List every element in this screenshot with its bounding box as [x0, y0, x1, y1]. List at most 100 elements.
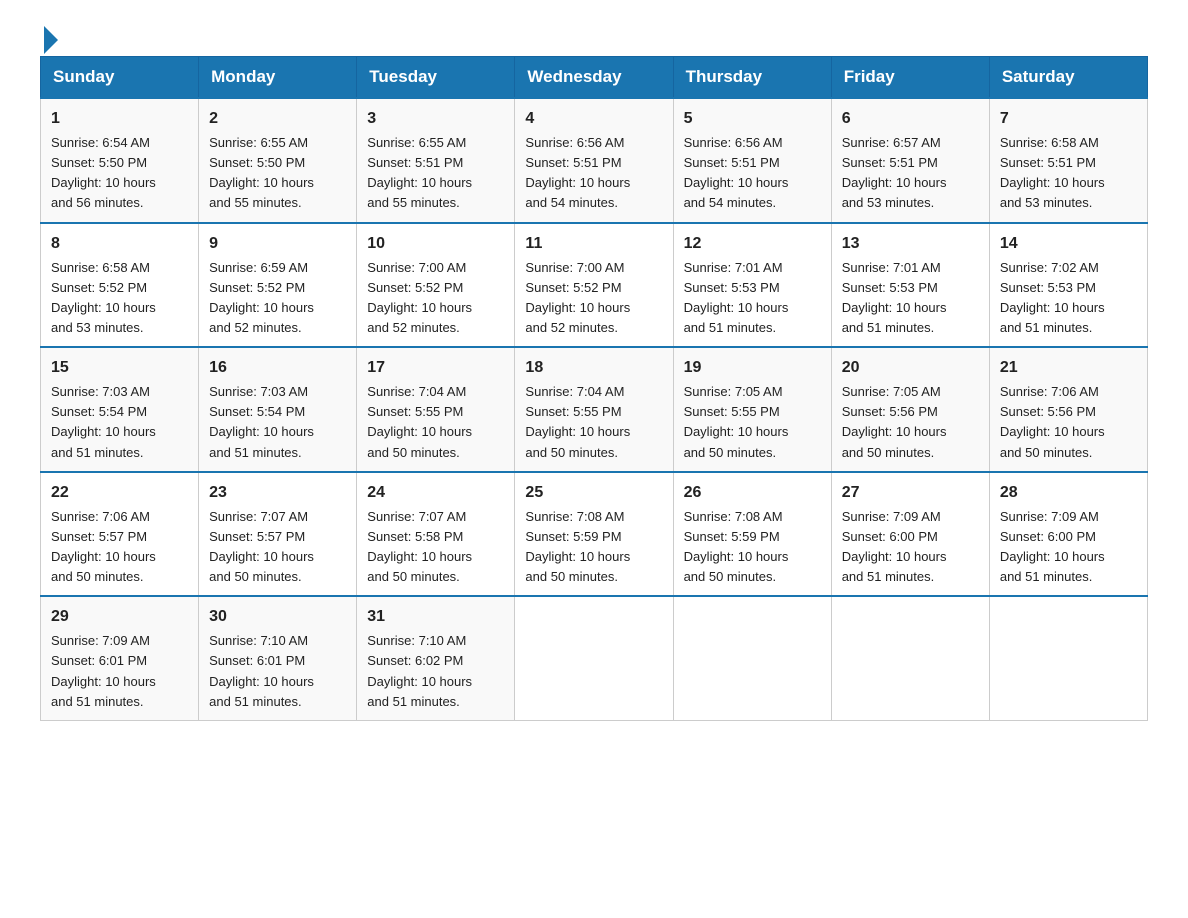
day-number: 30	[209, 605, 346, 629]
calendar-cell: 4 Sunrise: 6:56 AMSunset: 5:51 PMDayligh…	[515, 98, 673, 223]
logo	[40, 30, 58, 46]
calendar-cell: 14 Sunrise: 7:02 AMSunset: 5:53 PMDaylig…	[989, 223, 1147, 348]
day-info: Sunrise: 7:10 AMSunset: 6:02 PMDaylight:…	[367, 633, 472, 708]
calendar-cell	[673, 596, 831, 720]
calendar-cell: 10 Sunrise: 7:00 AMSunset: 5:52 PMDaylig…	[357, 223, 515, 348]
day-number: 15	[51, 356, 188, 380]
header-row: SundayMondayTuesdayWednesdayThursdayFrid…	[41, 57, 1148, 99]
page-header	[40, 30, 1148, 46]
calendar-cell: 5 Sunrise: 6:56 AMSunset: 5:51 PMDayligh…	[673, 98, 831, 223]
header-monday: Monday	[199, 57, 357, 99]
week-row-2: 8 Sunrise: 6:58 AMSunset: 5:52 PMDayligh…	[41, 223, 1148, 348]
day-info: Sunrise: 7:08 AMSunset: 5:59 PMDaylight:…	[684, 509, 789, 584]
calendar-cell: 3 Sunrise: 6:55 AMSunset: 5:51 PMDayligh…	[357, 98, 515, 223]
calendar-cell: 1 Sunrise: 6:54 AMSunset: 5:50 PMDayligh…	[41, 98, 199, 223]
calendar-cell	[515, 596, 673, 720]
calendar-cell: 11 Sunrise: 7:00 AMSunset: 5:52 PMDaylig…	[515, 223, 673, 348]
calendar-cell: 28 Sunrise: 7:09 AMSunset: 6:00 PMDaylig…	[989, 472, 1147, 597]
day-number: 31	[367, 605, 504, 629]
header-saturday: Saturday	[989, 57, 1147, 99]
day-info: Sunrise: 7:09 AMSunset: 6:00 PMDaylight:…	[842, 509, 947, 584]
day-info: Sunrise: 7:07 AMSunset: 5:58 PMDaylight:…	[367, 509, 472, 584]
day-info: Sunrise: 7:01 AMSunset: 5:53 PMDaylight:…	[842, 260, 947, 335]
day-number: 29	[51, 605, 188, 629]
calendar-cell	[989, 596, 1147, 720]
calendar-cell: 8 Sunrise: 6:58 AMSunset: 5:52 PMDayligh…	[41, 223, 199, 348]
day-number: 6	[842, 107, 979, 131]
day-info: Sunrise: 6:56 AMSunset: 5:51 PMDaylight:…	[684, 135, 789, 210]
day-info: Sunrise: 7:05 AMSunset: 5:56 PMDaylight:…	[842, 384, 947, 459]
day-number: 7	[1000, 107, 1137, 131]
week-row-5: 29 Sunrise: 7:09 AMSunset: 6:01 PMDaylig…	[41, 596, 1148, 720]
day-info: Sunrise: 7:00 AMSunset: 5:52 PMDaylight:…	[525, 260, 630, 335]
day-info: Sunrise: 6:55 AMSunset: 5:51 PMDaylight:…	[367, 135, 472, 210]
calendar-cell: 26 Sunrise: 7:08 AMSunset: 5:59 PMDaylig…	[673, 472, 831, 597]
calendar-cell: 24 Sunrise: 7:07 AMSunset: 5:58 PMDaylig…	[357, 472, 515, 597]
calendar-cell: 29 Sunrise: 7:09 AMSunset: 6:01 PMDaylig…	[41, 596, 199, 720]
day-number: 8	[51, 232, 188, 256]
calendar-cell: 27 Sunrise: 7:09 AMSunset: 6:00 PMDaylig…	[831, 472, 989, 597]
day-info: Sunrise: 7:01 AMSunset: 5:53 PMDaylight:…	[684, 260, 789, 335]
calendar-table: SundayMondayTuesdayWednesdayThursdayFrid…	[40, 56, 1148, 721]
calendar-cell: 23 Sunrise: 7:07 AMSunset: 5:57 PMDaylig…	[199, 472, 357, 597]
day-info: Sunrise: 6:57 AMSunset: 5:51 PMDaylight:…	[842, 135, 947, 210]
header-sunday: Sunday	[41, 57, 199, 99]
calendar-cell: 30 Sunrise: 7:10 AMSunset: 6:01 PMDaylig…	[199, 596, 357, 720]
day-number: 21	[1000, 356, 1137, 380]
day-info: Sunrise: 6:56 AMSunset: 5:51 PMDaylight:…	[525, 135, 630, 210]
day-info: Sunrise: 7:08 AMSunset: 5:59 PMDaylight:…	[525, 509, 630, 584]
day-number: 17	[367, 356, 504, 380]
calendar-cell: 25 Sunrise: 7:08 AMSunset: 5:59 PMDaylig…	[515, 472, 673, 597]
week-row-4: 22 Sunrise: 7:06 AMSunset: 5:57 PMDaylig…	[41, 472, 1148, 597]
day-number: 25	[525, 481, 662, 505]
day-number: 5	[684, 107, 821, 131]
day-number: 9	[209, 232, 346, 256]
day-info: Sunrise: 7:09 AMSunset: 6:01 PMDaylight:…	[51, 633, 156, 708]
week-row-3: 15 Sunrise: 7:03 AMSunset: 5:54 PMDaylig…	[41, 347, 1148, 472]
day-info: Sunrise: 7:06 AMSunset: 5:57 PMDaylight:…	[51, 509, 156, 584]
day-info: Sunrise: 7:02 AMSunset: 5:53 PMDaylight:…	[1000, 260, 1105, 335]
header-friday: Friday	[831, 57, 989, 99]
day-info: Sunrise: 7:03 AMSunset: 5:54 PMDaylight:…	[209, 384, 314, 459]
calendar-cell: 19 Sunrise: 7:05 AMSunset: 5:55 PMDaylig…	[673, 347, 831, 472]
day-number: 18	[525, 356, 662, 380]
day-info: Sunrise: 6:55 AMSunset: 5:50 PMDaylight:…	[209, 135, 314, 210]
day-number: 23	[209, 481, 346, 505]
day-number: 10	[367, 232, 504, 256]
day-number: 26	[684, 481, 821, 505]
calendar-cell: 6 Sunrise: 6:57 AMSunset: 5:51 PMDayligh…	[831, 98, 989, 223]
calendar-cell: 16 Sunrise: 7:03 AMSunset: 5:54 PMDaylig…	[199, 347, 357, 472]
day-number: 13	[842, 232, 979, 256]
calendar-cell: 13 Sunrise: 7:01 AMSunset: 5:53 PMDaylig…	[831, 223, 989, 348]
calendar-cell: 18 Sunrise: 7:04 AMSunset: 5:55 PMDaylig…	[515, 347, 673, 472]
day-info: Sunrise: 7:09 AMSunset: 6:00 PMDaylight:…	[1000, 509, 1105, 584]
calendar-cell: 22 Sunrise: 7:06 AMSunset: 5:57 PMDaylig…	[41, 472, 199, 597]
day-number: 16	[209, 356, 346, 380]
day-info: Sunrise: 6:58 AMSunset: 5:51 PMDaylight:…	[1000, 135, 1105, 210]
calendar-cell: 12 Sunrise: 7:01 AMSunset: 5:53 PMDaylig…	[673, 223, 831, 348]
week-row-1: 1 Sunrise: 6:54 AMSunset: 5:50 PMDayligh…	[41, 98, 1148, 223]
calendar-cell	[831, 596, 989, 720]
day-info: Sunrise: 7:10 AMSunset: 6:01 PMDaylight:…	[209, 633, 314, 708]
day-number: 19	[684, 356, 821, 380]
day-number: 2	[209, 107, 346, 131]
calendar-cell: 2 Sunrise: 6:55 AMSunset: 5:50 PMDayligh…	[199, 98, 357, 223]
day-number: 3	[367, 107, 504, 131]
day-number: 12	[684, 232, 821, 256]
day-number: 22	[51, 481, 188, 505]
day-info: Sunrise: 7:00 AMSunset: 5:52 PMDaylight:…	[367, 260, 472, 335]
calendar-cell: 21 Sunrise: 7:06 AMSunset: 5:56 PMDaylig…	[989, 347, 1147, 472]
calendar-cell: 31 Sunrise: 7:10 AMSunset: 6:02 PMDaylig…	[357, 596, 515, 720]
day-number: 20	[842, 356, 979, 380]
day-info: Sunrise: 6:59 AMSunset: 5:52 PMDaylight:…	[209, 260, 314, 335]
calendar-cell: 15 Sunrise: 7:03 AMSunset: 5:54 PMDaylig…	[41, 347, 199, 472]
day-number: 4	[525, 107, 662, 131]
day-info: Sunrise: 7:06 AMSunset: 5:56 PMDaylight:…	[1000, 384, 1105, 459]
calendar-cell: 17 Sunrise: 7:04 AMSunset: 5:55 PMDaylig…	[357, 347, 515, 472]
calendar-cell: 9 Sunrise: 6:59 AMSunset: 5:52 PMDayligh…	[199, 223, 357, 348]
day-number: 11	[525, 232, 662, 256]
logo-triangle-icon	[44, 26, 58, 54]
header-tuesday: Tuesday	[357, 57, 515, 99]
header-thursday: Thursday	[673, 57, 831, 99]
day-info: Sunrise: 7:07 AMSunset: 5:57 PMDaylight:…	[209, 509, 314, 584]
